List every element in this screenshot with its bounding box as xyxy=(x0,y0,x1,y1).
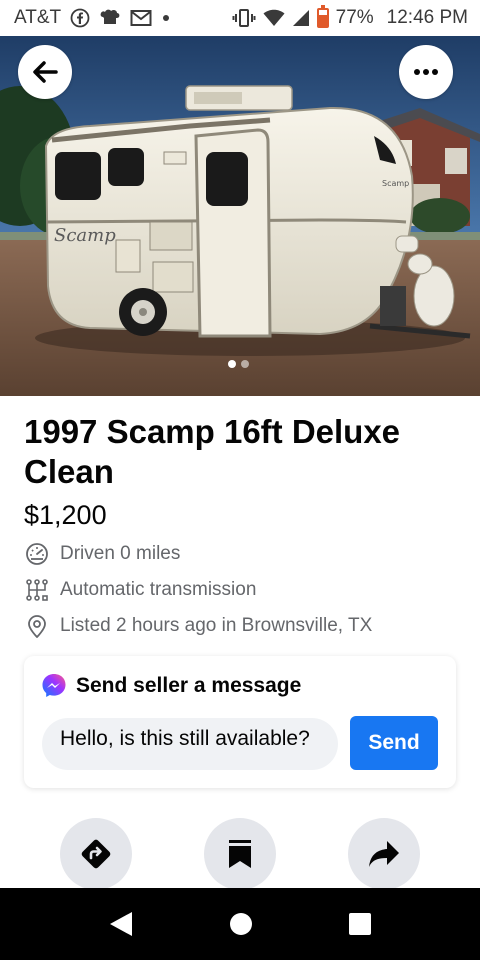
trailer-badge: Scamp xyxy=(54,225,116,246)
send-message-card: Send seller a message Hello, is this sti… xyxy=(24,656,456,788)
message-input[interactable]: Hello, is this still available? xyxy=(42,718,338,770)
message-header-label: Send seller a message xyxy=(76,674,302,697)
messenger-icon xyxy=(42,674,66,697)
listing-price: $1,200 xyxy=(24,500,107,530)
carousel-indicator xyxy=(228,360,249,368)
back-button[interactable] xyxy=(18,45,72,99)
home-nav-icon[interactable] xyxy=(229,912,253,936)
listing-photo-carousel[interactable]: Scamp Scamp xyxy=(0,36,480,396)
recents-nav-icon[interactable] xyxy=(348,912,372,936)
dot-icon xyxy=(161,13,171,23)
back-nav-icon[interactable] xyxy=(108,910,134,938)
transmission-icon xyxy=(24,577,50,603)
carousel-dot-active xyxy=(228,360,236,368)
mileage-row: Driven 0 miles xyxy=(24,536,464,572)
carousel-dot[interactable] xyxy=(241,360,249,368)
gmail-icon xyxy=(130,9,152,27)
location-pin-icon xyxy=(24,613,50,639)
transmission-row: Automatic transmission xyxy=(24,572,464,608)
directions-button[interactable] xyxy=(60,818,132,890)
transmission-text: Automatic transmission xyxy=(60,579,257,600)
chef-hat-icon xyxy=(99,8,121,28)
speedometer-icon xyxy=(24,541,50,567)
more-dots-icon xyxy=(414,69,438,75)
arrow-left-icon xyxy=(33,61,58,83)
system-nav-bar xyxy=(0,888,480,960)
location-text: Listed 2 hours ago in Brownsville, TX xyxy=(60,615,373,636)
battery-icon xyxy=(316,5,329,28)
trailer-logo-side: Scamp xyxy=(382,179,409,188)
wifi-icon xyxy=(263,9,285,27)
carrier-label: AT&T xyxy=(14,7,62,28)
listing-details: 1997 Scamp 16ft Deluxe Clean $1,200 Driv… xyxy=(24,412,464,644)
share-button[interactable] xyxy=(348,818,420,890)
listing-title: 1997 Scamp 16ft Deluxe Clean xyxy=(24,413,401,490)
send-button[interactable]: Send xyxy=(350,716,438,770)
location-row: Listed 2 hours ago in Brownsville, TX xyxy=(24,608,464,644)
status-bar: AT&T 77% 12:46 PM xyxy=(0,0,480,36)
vibrate-icon xyxy=(232,8,256,28)
mileage-text: Driven 0 miles xyxy=(60,543,181,564)
message-header: Send seller a message xyxy=(40,672,301,700)
battery-percent: 77% xyxy=(335,7,374,28)
clock: 12:46 PM xyxy=(386,7,468,28)
more-options-button[interactable] xyxy=(399,45,453,99)
bookmark-icon xyxy=(229,840,251,868)
facebook-icon xyxy=(70,8,90,28)
save-button[interactable] xyxy=(204,818,276,890)
directions-icon xyxy=(81,839,111,869)
share-icon xyxy=(369,841,399,867)
signal-icon xyxy=(292,9,310,27)
